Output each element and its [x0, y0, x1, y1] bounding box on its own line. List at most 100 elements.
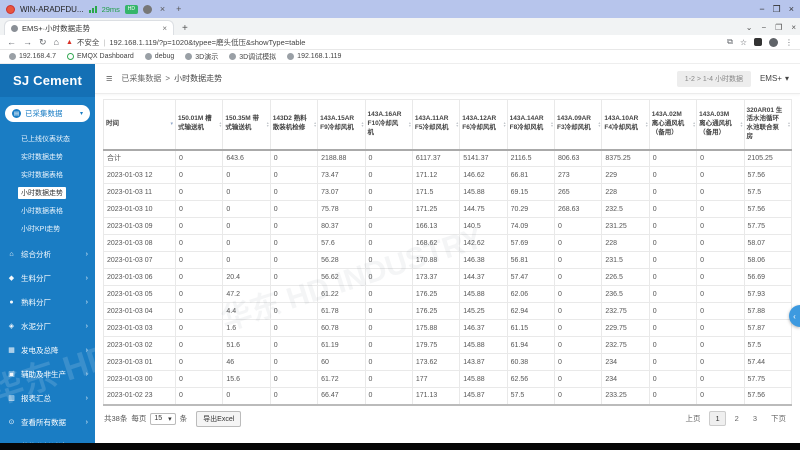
- sidebar-section-droplet[interactable]: ● 熟料分厂 ›: [0, 290, 95, 314]
- browser-tab[interactable]: EMS+·小时数据走势 ×: [4, 20, 174, 35]
- column-header[interactable]: 143A.12AR F6冷却风机 ▴ ▾: [459, 99, 508, 151]
- sidebar-subitem[interactable]: 实时数据走势: [18, 148, 95, 166]
- column-header[interactable]: 143D2 熟料散装机检修 ▴ ▾: [269, 99, 319, 151]
- window-maximize-icon[interactable]: ❐: [773, 4, 781, 15]
- sidebar-subitem[interactable]: 小时KPI走势: [18, 220, 95, 238]
- column-header-label: 143A.02M 离心通风机（备用）: [651, 111, 685, 136]
- bookmark-item[interactable]: 192.168.4.7: [9, 53, 56, 60]
- profile-avatar[interactable]: [769, 37, 778, 47]
- column-header[interactable]: 143A.03M 离心通风机（备用） ▴ ▾: [696, 99, 745, 151]
- table-row: 2023-01-03 10 0 0 0 75.78 0 171.25 144.75 70.29 2…: [103, 200, 792, 218]
- page-number[interactable]: 3: [748, 412, 762, 425]
- browser-minimize-icon[interactable]: −: [761, 23, 766, 32]
- remote-tab-close-icon[interactable]: ×: [157, 4, 168, 14]
- forward-icon[interactable]: →: [23, 37, 32, 47]
- sidebar-subitem[interactable]: 小时数据走势: [18, 184, 95, 202]
- sidebar-subitem[interactable]: 小时数据表格: [18, 202, 95, 220]
- next-page-button[interactable]: 下页: [766, 411, 791, 426]
- bookmark-item[interactable]: 3D调试模拟: [229, 52, 276, 62]
- range-label[interactable]: 1-2 > 1-4 小时数据: [676, 70, 751, 87]
- sidebar-section-label: 查看所有数据: [21, 417, 66, 427]
- url-field[interactable]: ▲ 不安全 | 192.168.1.119/?p=1020&typee=磨头低压…: [66, 37, 720, 48]
- sort-icon[interactable]: ▴ ▾: [551, 121, 553, 128]
- reload-icon[interactable]: ↻: [39, 37, 47, 48]
- sort-icon[interactable]: ▴ ▾: [219, 121, 221, 128]
- home-icon: ⌂: [9, 250, 14, 258]
- bookmark-item[interactable]: 3D演示: [185, 52, 218, 62]
- table-cell: 0: [269, 285, 319, 303]
- sort-icon[interactable]: ▴ ▾: [267, 121, 269, 128]
- extension-icon[interactable]: [754, 38, 762, 46]
- table-cell: 0: [696, 268, 745, 286]
- browser-maximize-icon[interactable]: ❐: [775, 23, 782, 32]
- table-cell: 234: [601, 353, 650, 371]
- column-header[interactable]: 143A.14AR F8冷却风机 ▴ ▾: [506, 99, 556, 151]
- sidebar-section-cement[interactable]: ◈ 水泥分厂 ›: [0, 314, 95, 338]
- new-tab-button[interactable]: +: [174, 23, 196, 35]
- table-cell: 0: [364, 166, 413, 184]
- window-minimize-icon[interactable]: −: [759, 4, 764, 15]
- remote-new-tab-button[interactable]: +: [173, 4, 184, 14]
- profile-dropdown[interactable]: EMS+ ▾: [760, 74, 789, 83]
- app-window: SJ Cement ▤ 已采集数据 ▾ 已上线仪表状态 实时数据走势 实时数据表格小…: [0, 64, 800, 443]
- breadcrumb-parent[interactable]: 已采集数据: [121, 73, 161, 84]
- sidebar-subitem[interactable]: 实时数据表格: [18, 166, 95, 184]
- tab-close-icon[interactable]: ×: [162, 24, 167, 33]
- bookmark-item[interactable]: debug: [144, 53, 174, 60]
- row-time-cell: 2023-01-03 10: [103, 200, 176, 218]
- sidebar-subitem[interactable]: 已上线仪表状态: [18, 130, 95, 148]
- sidebar-section-search[interactable]: ⊙ 查看所有数据 ›: [0, 410, 95, 434]
- sidebar-section-report[interactable]: ▥ 报表汇总 ›: [0, 386, 95, 410]
- export-excel-button[interactable]: 导出Excel: [196, 410, 242, 427]
- sort-icon[interactable]: ▴ ▾: [740, 121, 742, 128]
- hamburger-icon[interactable]: ≡: [106, 73, 112, 85]
- menu-dots-icon[interactable]: ⋮: [785, 38, 793, 47]
- bookmark-item[interactable]: 192.168.1.119: [287, 53, 341, 60]
- sidebar-section-power[interactable]: ▦ 发电及总降 ›: [0, 338, 95, 362]
- per-page-select[interactable]: 15 ▾: [150, 412, 176, 425]
- bookmark-star-icon[interactable]: ☆: [740, 38, 747, 47]
- column-header-label: 320AR01 生活水池循环水池联合泵房: [746, 106, 783, 141]
- table-cell: 0: [696, 183, 745, 201]
- column-header[interactable]: 143A.09AR F3冷却风机 ▴ ▾: [553, 99, 603, 151]
- page-number[interactable]: 1: [709, 411, 726, 426]
- column-header[interactable]: 143A.11AR F5冷却风机 ▴ ▾: [411, 99, 461, 151]
- column-header[interactable]: 143A.16AR F10冷却风机 ▴ ▾: [364, 99, 413, 151]
- column-header[interactable]: 143A.15AR F9冷却风机 ▴ ▾: [317, 99, 366, 151]
- column-header[interactable]: 150.01M 槽式输送机 ▴ ▾: [174, 99, 224, 151]
- sort-icon[interactable]: ▴ ▾: [693, 121, 695, 128]
- table-cell: 0: [648, 370, 698, 388]
- home-icon[interactable]: ⌂: [54, 37, 59, 47]
- sidebar-section-chat[interactable]: ◐节能分析讨论区: [0, 434, 95, 444]
- table-cell: 177: [411, 370, 461, 388]
- tab-search-icon[interactable]: ⌄: [746, 23, 753, 32]
- main-panel: ≡ 已采集数据 > 小时数据走势 1-2 > 1-4 小时数据 EMS+ ▾ 时…: [95, 64, 800, 443]
- sort-icon[interactable]: ▴ ▾: [788, 121, 790, 128]
- column-header[interactable]: 143A.10AR F4冷却风机 ▴ ▾: [601, 99, 650, 151]
- table-cell: 176.25: [411, 302, 461, 320]
- sidebar-section-aux[interactable]: ▣ 辅助及非生产 ›: [0, 362, 95, 386]
- share-icon[interactable]: ⧉: [727, 37, 733, 47]
- browser-close-icon[interactable]: ×: [791, 23, 796, 32]
- sort-icon[interactable]: ▴ ▾: [646, 121, 648, 128]
- sort-icon[interactable]: ▴ ▾: [504, 121, 506, 128]
- back-icon[interactable]: ←: [7, 37, 16, 47]
- sidebar-section-label: 生料分厂: [21, 273, 51, 283]
- column-header-time[interactable]: 时间 ▾: [103, 99, 176, 151]
- column-header[interactable]: 150.35M 带式输送机 ▴ ▾: [222, 99, 271, 151]
- page-number[interactable]: 2: [730, 412, 744, 425]
- column-header[interactable]: 143A.02M 离心通风机（备用） ▴ ▾: [648, 99, 698, 151]
- sort-icon[interactable]: ▴ ▾: [314, 121, 316, 128]
- window-close-icon[interactable]: ×: [789, 4, 794, 15]
- bookmark-item[interactable]: EMQX Dashboard: [66, 53, 134, 60]
- column-header[interactable]: 320AR01 生活水池循环水池联合泵房 ▴ ▾: [743, 99, 792, 151]
- sidebar-section-home[interactable]: ⌂ 综合分析 ›: [0, 242, 95, 266]
- sort-icon[interactable]: ▾: [170, 121, 173, 127]
- prev-page-button[interactable]: 上页: [680, 411, 705, 426]
- sort-icon[interactable]: ▴ ▾: [456, 121, 458, 128]
- sidebar-section-bolt[interactable]: ◆ 生料分厂 ›: [0, 266, 95, 290]
- sort-icon[interactable]: ▴ ▾: [361, 121, 363, 128]
- sort-icon[interactable]: ▴ ▾: [409, 121, 411, 128]
- sort-icon[interactable]: ▴ ▾: [598, 121, 600, 128]
- sidebar-item-collected-data[interactable]: ▤ 已采集数据 ▾: [5, 105, 90, 122]
